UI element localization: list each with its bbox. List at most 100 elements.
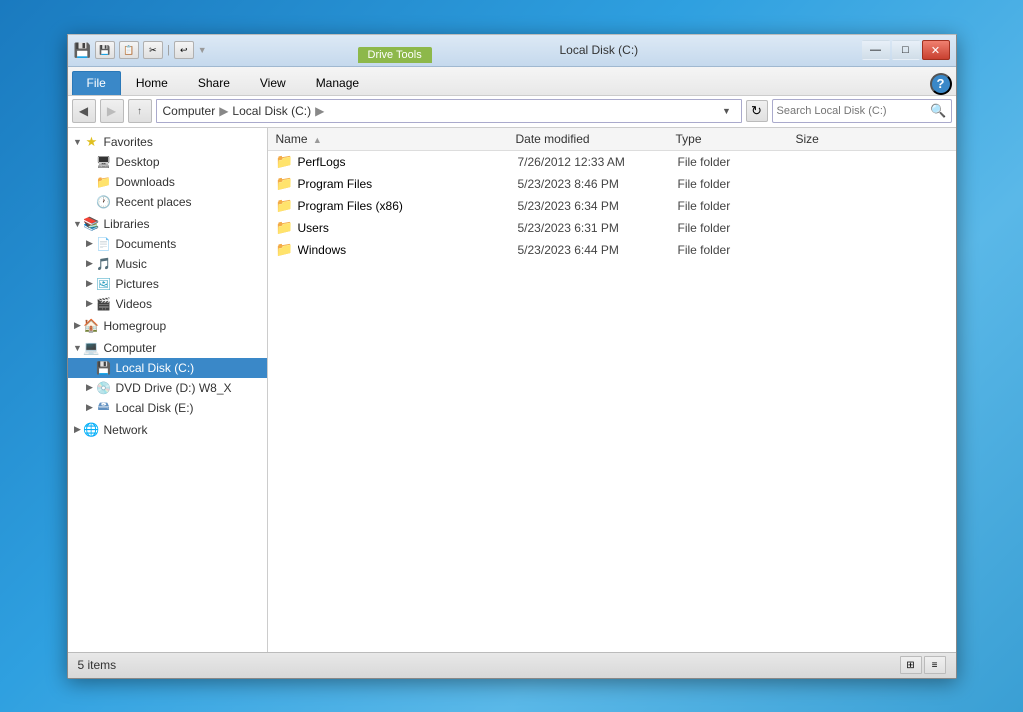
desktop-label: Desktop [116, 155, 263, 169]
expand-pictures-icon: ▶ [84, 278, 96, 290]
tab-view[interactable]: View [245, 71, 301, 95]
window-icon: 💾 [74, 42, 91, 59]
sidebar-item-desktop[interactable]: 🖥 Desktop [68, 152, 267, 172]
local-c-label: Local Disk (C:) [116, 361, 263, 375]
sidebar-item-recent[interactable]: 🕐 Recent places [68, 192, 267, 212]
refresh-button[interactable]: ↻ [746, 100, 768, 122]
local-e-label: Local Disk (E:) [116, 401, 263, 415]
window-controls: — □ ✕ [862, 40, 950, 60]
help-button[interactable]: ? [930, 73, 952, 95]
pictures-icon: 🖼 [96, 276, 112, 292]
explorer-window: 💾 💾 📋 ✂ | ↩ ▼ Local Disk (C:) — □ ✕ Driv… [67, 34, 957, 679]
pictures-label: Pictures [116, 277, 263, 291]
file-row-programfiles-x86[interactable]: 📁 Program Files (x86) 5/23/2023 6:34 PM … [268, 195, 956, 217]
computer-icon: 💻 [84, 340, 100, 356]
sidebar: ▼ ★ Favorites 🖥 Desktop 📁 Downloads 🕐 [68, 128, 268, 652]
sidebar-item-network[interactable]: ▶ 🌐 Network [68, 420, 267, 440]
sidebar-item-pictures[interactable]: ▶ 🖼 Pictures [68, 274, 267, 294]
folder-icon-windows: 📁 [276, 242, 292, 258]
sidebar-item-music[interactable]: ▶ 🎵 Music [68, 254, 267, 274]
dvd-d-icon: 💿 [96, 380, 112, 396]
music-label: Music [116, 257, 263, 271]
file-type-users: File folder [678, 221, 798, 235]
address-path[interactable]: Computer ▶ Local Disk (C:) ▶ ▼ [156, 99, 742, 123]
expand-network-icon: ▶ [72, 424, 84, 436]
expand-localc-icon [84, 362, 96, 374]
search-icon[interactable]: 🔍 [930, 103, 946, 119]
move-button[interactable]: ✂ [143, 41, 163, 59]
ribbon-tabs: File Home Share View Manage ? [68, 67, 956, 95]
sidebar-item-downloads[interactable]: 📁 Downloads [68, 172, 267, 192]
file-row-perflogs[interactable]: 📁 PerfLogs 7/26/2012 12:33 AM File folde… [268, 151, 956, 173]
address-bar: ◀ ▶ ↑ Computer ▶ Local Disk (C:) ▶ ▼ ↻ 🔍 [68, 96, 956, 128]
title-bar-left: 💾 💾 📋 ✂ | ↩ ▼ [74, 41, 337, 59]
forward-button[interactable]: ▶ [100, 99, 124, 123]
sidebar-item-dvd-d[interactable]: ▶ 💿 DVD Drive (D:) W8_X [68, 378, 267, 398]
sidebar-section-homegroup: ▶ 🏠 Homegroup [68, 316, 267, 336]
breadcrumb-local-c[interactable]: Local Disk (C:) [232, 104, 311, 118]
tab-share[interactable]: Share [183, 71, 245, 95]
sidebar-item-local-e[interactable]: ▶ 🖴 Local Disk (E:) [68, 398, 267, 418]
sidebar-item-documents[interactable]: ▶ 📄 Documents [68, 234, 267, 254]
sidebar-section-favorites: ▼ ★ Favorites 🖥 Desktop 📁 Downloads 🕐 [68, 132, 267, 212]
file-type-windows: File folder [678, 243, 798, 257]
file-date-programfiles-x86: 5/23/2023 6:34 PM [518, 199, 678, 213]
toolbar-separator: | [167, 44, 170, 56]
libraries-label: Libraries [104, 217, 263, 231]
expand-homegroup-icon: ▶ [72, 320, 84, 332]
local-c-icon: 💾 [96, 360, 112, 376]
up-button[interactable]: ↑ [128, 99, 152, 123]
file-date-programfiles: 5/23/2023 8:46 PM [518, 177, 678, 191]
computer-label: Computer [104, 341, 263, 355]
col-header-date[interactable]: Date modified [516, 132, 676, 146]
file-row-users[interactable]: 📁 Users 5/23/2023 6:31 PM File folder [268, 217, 956, 239]
search-input[interactable] [777, 105, 931, 117]
maximize-button[interactable]: □ [892, 40, 920, 60]
dvd-d-label: DVD Drive (D:) W8_X [116, 381, 263, 395]
breadcrumb-dropdown[interactable]: ▼ [719, 103, 735, 119]
sidebar-item-local-c[interactable]: 💾 Local Disk (C:) [68, 358, 267, 378]
save-button[interactable]: 💾 [95, 41, 115, 59]
expand-music-icon: ▶ [84, 258, 96, 270]
tab-file[interactable]: File [72, 71, 121, 95]
sidebar-section-libraries: ▼ 📚 Libraries ▶ 📄 Documents ▶ 🎵 Music ▶ … [68, 214, 267, 314]
file-type-programfiles: File folder [678, 177, 798, 191]
col-header-name[interactable]: Name ▲ [276, 132, 516, 146]
ribbon-wrapper: Drive Tools File Home Share View Manage [68, 67, 956, 96]
close-button[interactable]: ✕ [922, 40, 950, 60]
folder-icon-users: 📁 [276, 220, 292, 236]
drive-tools-badge: Drive Tools [358, 47, 432, 63]
dropdown-arrow[interactable]: ▼ [198, 45, 207, 55]
tab-manage[interactable]: Manage [301, 71, 374, 95]
file-row-windows[interactable]: 📁 Windows 5/23/2023 6:44 PM File folder [268, 239, 956, 261]
col-resize-name[interactable]: ▲ [313, 135, 322, 145]
view-buttons: ⊞ ≡ [900, 656, 946, 674]
music-icon: 🎵 [96, 256, 112, 272]
desktop-icon: 🖥 [96, 154, 112, 170]
favorites-icon: ★ [84, 134, 100, 150]
file-date-windows: 5/23/2023 6:44 PM [518, 243, 678, 257]
expand-downloads-icon [84, 176, 96, 188]
copy-button[interactable]: 📋 [119, 41, 139, 59]
sidebar-item-computer[interactable]: ▼ 💻 Computer [68, 338, 267, 358]
col-header-size[interactable]: Size [796, 132, 896, 146]
back-button[interactable]: ◀ [72, 99, 96, 123]
downloads-icon: 📁 [96, 174, 112, 190]
view-tiles-button[interactable]: ⊞ [900, 656, 922, 674]
sidebar-item-favorites[interactable]: ▼ ★ Favorites [68, 132, 267, 152]
network-label: Network [104, 423, 263, 437]
status-text: 5 items [78, 658, 900, 672]
breadcrumb-computer[interactable]: Computer [163, 104, 216, 118]
expand-locale-icon: ▶ [84, 402, 96, 414]
file-row-programfiles[interactable]: 📁 Program Files 5/23/2023 8:46 PM File f… [268, 173, 956, 195]
sidebar-item-homegroup[interactable]: ▶ 🏠 Homegroup [68, 316, 267, 336]
undo-button[interactable]: ↩ [174, 41, 194, 59]
minimize-button[interactable]: — [862, 40, 890, 60]
folder-icon-programfiles-x86: 📁 [276, 198, 292, 214]
tab-home[interactable]: Home [121, 71, 183, 95]
sidebar-item-libraries[interactable]: ▼ 📚 Libraries [68, 214, 267, 234]
col-header-type[interactable]: Type [676, 132, 796, 146]
sidebar-item-videos[interactable]: ▶ 🎬 Videos [68, 294, 267, 314]
view-list-button[interactable]: ≡ [924, 656, 946, 674]
view-tiles-icon: ⊞ [906, 660, 914, 671]
